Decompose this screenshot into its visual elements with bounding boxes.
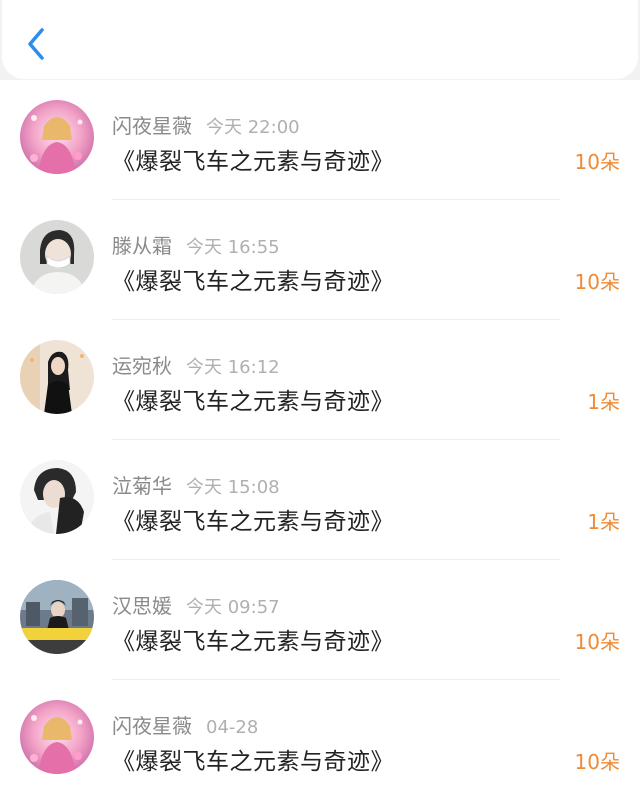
timestamp: 今天 16:55	[186, 237, 280, 258]
sender-name-text: 汉思媛	[112, 594, 172, 618]
list-item[interactable]: 汉思媛 今天 09:57 《爆裂飞车之元素与奇迹》 10朵	[0, 560, 640, 680]
sender-name-text: 运宛秋	[112, 354, 172, 378]
flower-count: 10朵	[574, 750, 620, 774]
gift-record-list: 闪夜星薇 今天 22:00 《爆裂飞车之元素与奇迹》 10朵 滕从霜 今天 16:5…	[0, 80, 640, 805]
sender-name-text: 泣菊华	[112, 474, 172, 498]
book-title[interactable]: 《爆裂飞车之元素与奇迹》	[112, 742, 394, 776]
timestamp: 04-28	[206, 717, 259, 738]
avatar[interactable]	[20, 460, 94, 534]
flower-count: 1朵	[587, 390, 620, 414]
avatar[interactable]	[20, 100, 94, 174]
flower-count: 10朵	[574, 270, 620, 294]
list-item[interactable]: 泣菊华 今天 15:08 《爆裂飞车之元素与奇迹》 1朵	[0, 440, 640, 560]
list-item[interactable]: 滕从霜 今天 16:55 《爆裂飞车之元素与奇迹》 10朵	[0, 200, 640, 320]
sender-name-text: 闪夜星薇	[112, 714, 192, 738]
back-button[interactable]	[20, 24, 56, 64]
list-item[interactable]: 闪夜星薇 04-28 《爆裂飞车之元素与奇迹》 10朵	[0, 680, 640, 800]
timestamp: 今天 09:57	[186, 597, 280, 618]
timestamp: 今天 22:00	[206, 117, 300, 138]
sender-name[interactable]: 汉思媛 今天 09:57	[112, 590, 280, 619]
sender-name[interactable]: 运宛秋 今天 16:12	[112, 350, 280, 379]
sender-name[interactable]: 泣菊华 今天 15:08	[112, 470, 280, 499]
timestamp: 今天 15:08	[186, 477, 280, 498]
book-title[interactable]: 《爆裂飞车之元素与奇迹》	[112, 622, 394, 656]
sender-name[interactable]: 闪夜星薇 04-28	[112, 710, 258, 739]
avatar[interactable]	[20, 340, 94, 414]
list-item[interactable]: 闪夜星薇 今天 22:00 《爆裂飞车之元素与奇迹》 10朵	[0, 80, 640, 200]
sender-name-text: 滕从霜	[112, 234, 172, 258]
flower-count: 10朵	[574, 150, 620, 174]
sender-name[interactable]: 闪夜星薇 今天 22:00	[112, 110, 300, 139]
book-title[interactable]: 《爆裂飞车之元素与奇迹》	[112, 502, 394, 536]
flower-count: 10朵	[574, 630, 620, 654]
book-title[interactable]: 《爆裂飞车之元素与奇迹》	[112, 262, 394, 296]
sender-name-text: 闪夜星薇	[112, 114, 192, 138]
avatar[interactable]	[20, 220, 94, 294]
book-title[interactable]: 《爆裂飞车之元素与奇迹》	[112, 382, 394, 416]
list-item[interactable]: 运宛秋 今天 16:12 《爆裂飞车之元素与奇迹》 1朵	[0, 320, 640, 440]
timestamp: 今天 16:12	[186, 357, 280, 378]
avatar[interactable]	[20, 700, 94, 774]
avatar[interactable]	[20, 580, 94, 654]
flower-count: 1朵	[587, 510, 620, 534]
book-title[interactable]: 《爆裂飞车之元素与奇迹》	[112, 142, 394, 176]
chevron-left-icon	[28, 28, 44, 60]
sender-name[interactable]: 滕从霜 今天 16:55	[112, 230, 280, 259]
top-bar	[2, 0, 638, 79]
